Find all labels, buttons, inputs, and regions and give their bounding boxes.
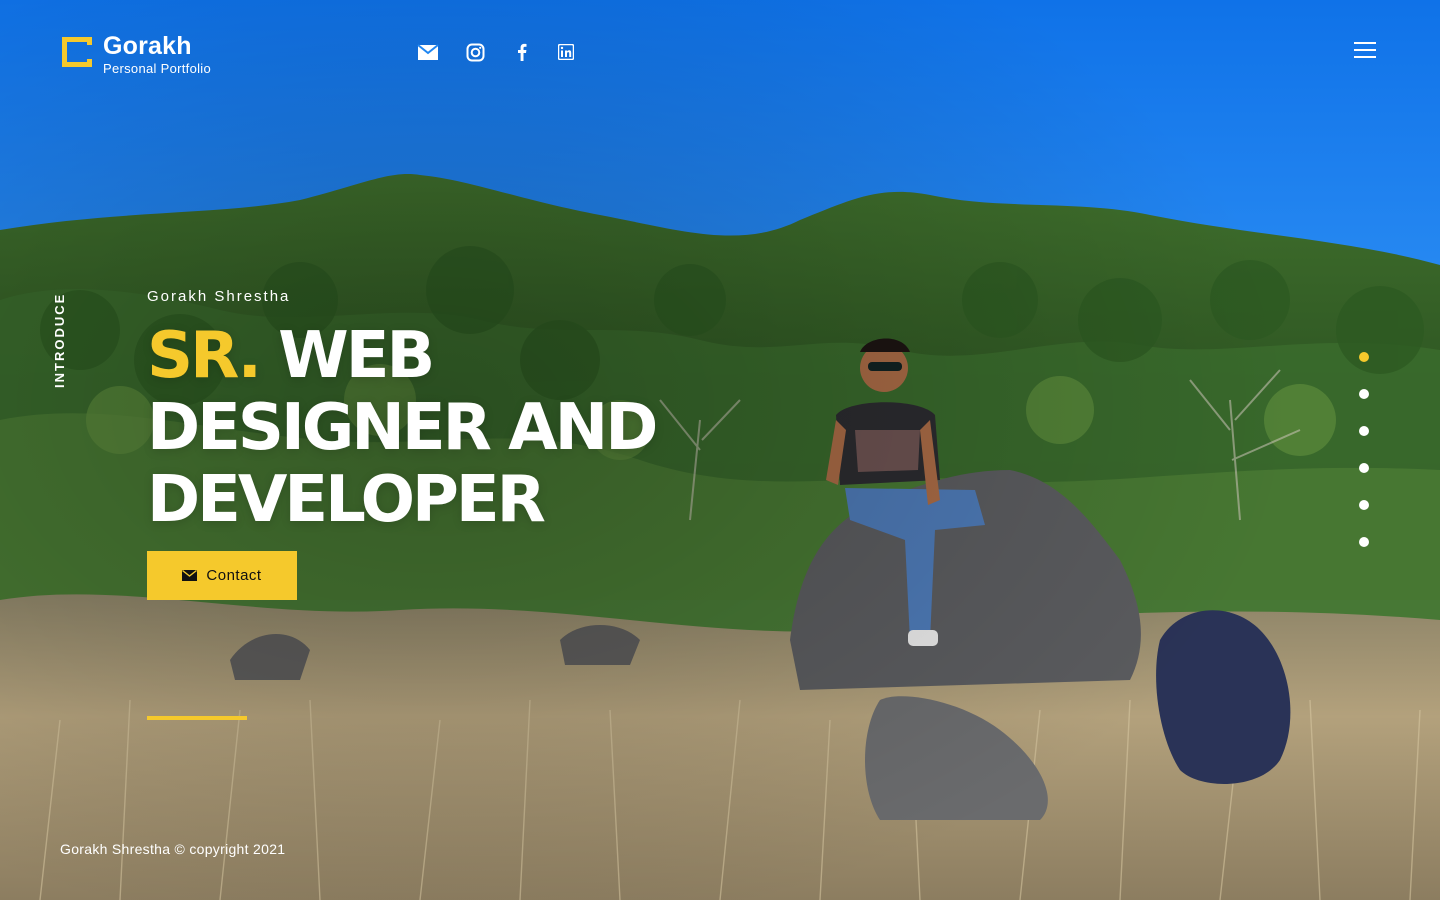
contact-button-label: Contact	[206, 567, 262, 584]
logo-subtitle: Personal Portfolio	[103, 61, 212, 76]
contact-button[interactable]: Contact	[147, 551, 297, 600]
logo-square-icon	[60, 35, 94, 69]
site-logo[interactable]: Gorakh Personal Portfolio	[60, 34, 211, 75]
section-side-label: INTRODUCE	[52, 292, 67, 388]
copyright-text: Gorakh Shrestha © copyright 2021	[60, 841, 286, 857]
hero-name: Gorakh Shrestha	[147, 288, 291, 305]
hero-title-accent: SR.	[147, 319, 262, 393]
hero-title: SR. WEB DESIGNER AND DEVELOPER	[147, 320, 667, 536]
accent-divider	[147, 716, 247, 720]
hamburger-icon[interactable]	[1354, 41, 1380, 59]
pager-dot-3[interactable]	[1359, 426, 1369, 436]
section-pager	[1359, 352, 1369, 574]
envelope-icon[interactable]	[416, 40, 440, 64]
social-links	[416, 40, 601, 64]
logo-name: Gorakh	[103, 32, 192, 60]
pager-dot-6[interactable]	[1359, 537, 1369, 547]
pager-dot-4[interactable]	[1359, 463, 1369, 473]
facebook-icon[interactable]	[510, 40, 534, 64]
linkedin-icon[interactable]	[554, 40, 578, 64]
pager-dot-1[interactable]	[1359, 352, 1369, 362]
pager-dot-2[interactable]	[1359, 389, 1369, 399]
pager-dot-5[interactable]	[1359, 500, 1369, 510]
envelope-icon	[182, 570, 198, 581]
instagram-icon[interactable]	[463, 40, 487, 64]
